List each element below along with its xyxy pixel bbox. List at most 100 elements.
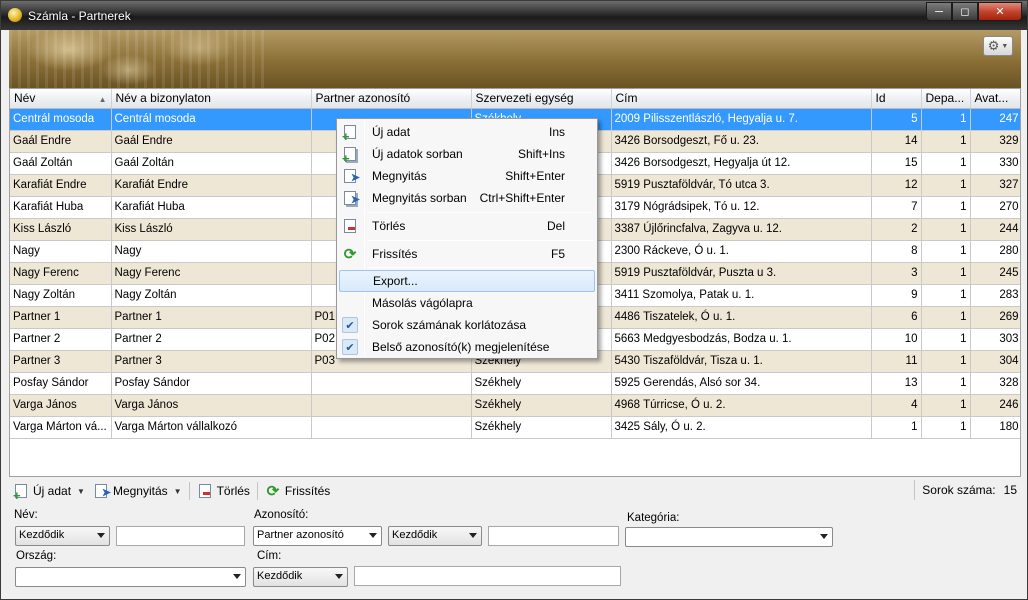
chevron-down-icon[interactable]: ▼ <box>174 487 182 496</box>
cell-partner-id <box>311 416 472 439</box>
app-icon <box>8 8 22 22</box>
cell-doc-name: Nagy Zoltán <box>111 284 312 307</box>
cell-id: 2 <box>871 218 922 241</box>
cell-address: 3411 Szomolya, Patak u. 1. <box>611 284 872 307</box>
menu-item-delete[interactable]: Törlés Del <box>339 215 595 237</box>
cell-doc-name: Varga Márton vállalkozó <box>111 416 312 439</box>
cell-doc-name: Partner 1 <box>111 306 312 329</box>
sort-ascending-icon: ▲ <box>98 95 107 105</box>
new-button[interactable]: + Új adat ▼ <box>9 480 89 502</box>
cell-avatar: 330 <box>970 152 1020 175</box>
id-match-mode-select[interactable]: Kezdődik <box>388 526 482 546</box>
menu-item-open-series[interactable]: ➤ Megnyitás sorban Ctrl+Shift+Enter <box>339 187 595 209</box>
cell-name: Karafiát Endre <box>10 174 112 197</box>
menu-item-refresh[interactable]: ⟳ Frissítés F5 <box>339 243 595 265</box>
maximize-button[interactable]: ◻ <box>952 2 978 21</box>
column-header-department[interactable]: Depa... <box>921 89 971 109</box>
chevron-down-icon[interactable]: ▼ <box>77 487 85 496</box>
menu-item-new[interactable]: + Új adat Ins <box>339 121 595 143</box>
close-button[interactable]: ✕ <box>978 2 1022 21</box>
cell-id: 5 <box>871 108 922 131</box>
cell-department: 1 <box>921 306 971 329</box>
country-select[interactable] <box>15 567 246 587</box>
checkmark-icon: ✔ <box>342 339 358 355</box>
cell-doc-name: Nagy Ferenc <box>111 262 312 285</box>
refresh-button[interactable]: ⟳ Frissítés <box>261 480 334 502</box>
cell-avatar: 303 <box>970 328 1020 351</box>
table-row[interactable]: Posfay Sándor Posfay Sándor Székhely 5925 G… <box>10 372 1020 395</box>
delete-icon <box>197 483 213 499</box>
cell-doc-name: Karafiát Endre <box>111 174 312 197</box>
cell-name: Varga János <box>10 394 112 417</box>
cell-doc-name: Partner 3 <box>111 350 312 373</box>
cell-department: 1 <box>921 262 971 285</box>
cell-id: 8 <box>871 240 922 263</box>
chevron-down-icon <box>820 534 828 539</box>
settings-button[interactable]: ⚙ ▼ <box>983 36 1013 56</box>
chevron-down-icon <box>233 574 241 579</box>
column-header-name[interactable]: Név ▲ <box>10 89 112 109</box>
category-filter-label: Kategória: <box>627 512 680 524</box>
cell-partner-id <box>311 394 472 417</box>
cell-id: 7 <box>871 196 922 219</box>
cell-doc-name: Centrál mosoda <box>111 108 312 131</box>
menu-item-export[interactable]: Export... <box>339 270 595 292</box>
id-filter-input[interactable] <box>488 526 619 546</box>
menu-item-copy-clipboard[interactable]: Másolás vágólapra <box>339 292 595 314</box>
column-header-avatar[interactable]: Avat... <box>970 89 1020 109</box>
cell-org-unit: Székhely <box>471 394 612 417</box>
cell-address: 3179 Nógrádsipek, Tó u. 12. <box>611 196 872 219</box>
address-filter-input[interactable] <box>354 566 621 586</box>
column-header-id[interactable]: Id <box>871 89 922 109</box>
cell-doc-name: Nagy <box>111 240 312 263</box>
cell-address: 2009 Pilisszentlászló, Hegyalja u. 7. <box>611 108 872 131</box>
name-filter-input[interactable] <box>116 526 245 546</box>
cell-avatar: 245 <box>970 262 1020 285</box>
delete-button[interactable]: Törlés <box>193 480 254 502</box>
menu-item-limit-rows[interactable]: ✔ Sorok számának korlátozása <box>339 314 595 336</box>
chevron-down-icon: ▼ <box>1001 42 1009 50</box>
name-match-mode-select[interactable]: Kezdődik <box>15 526 110 546</box>
cell-id: 13 <box>871 372 922 395</box>
cell-address: 5919 Pusztaföldvár, Tó utca 3. <box>611 174 872 197</box>
menu-item-new-series[interactable]: + Új adatok sorban Shift+Ins <box>339 143 595 165</box>
title-bar[interactable]: Számla - Partnerek ─ ◻ ✕ <box>1 1 1027 30</box>
cell-avatar: 246 <box>970 394 1020 417</box>
cell-address: 5919 Pusztaföldvár, Puszta u 3. <box>611 262 872 285</box>
open-records-icon: ➤ <box>342 190 360 206</box>
menu-item-show-internal-id[interactable]: ✔ Belső azonosító(k) megjelenítése <box>339 336 595 358</box>
cell-department: 1 <box>921 174 971 197</box>
cell-avatar: 270 <box>970 196 1020 219</box>
open-button[interactable]: ➤ Megnyitás ▼ <box>89 480 186 502</box>
cell-department: 1 <box>921 152 971 175</box>
chevron-down-icon <box>369 533 377 538</box>
gear-icon: ⚙ <box>987 38 1000 53</box>
app-window: Számla - Partnerek ─ ◻ ✕ ⚙ ▼ Név ▲ Név a b… <box>0 0 1028 600</box>
cell-avatar: 283 <box>970 284 1020 307</box>
row-count: Sorok száma: 15 <box>914 480 1017 500</box>
column-header-doc-name[interactable]: Név a bizonylaton <box>111 89 312 109</box>
new-record-icon: + <box>342 124 358 143</box>
refresh-icon: ⟳ <box>343 245 357 263</box>
address-match-mode-select[interactable]: Kezdődik <box>253 567 348 587</box>
column-header-address[interactable]: Cím <box>611 89 872 109</box>
cell-doc-name: Partner 2 <box>111 328 312 351</box>
cell-id: 6 <box>871 306 922 329</box>
grid-header-row: Név ▲ Név a bizonylaton Partner azonosító… <box>10 89 1020 109</box>
column-header-partner-id[interactable]: Partner azonosító <box>311 89 472 109</box>
table-row[interactable]: Varga Márton vá... Varga Márton vállalkoz… <box>10 416 1020 439</box>
minimize-button[interactable]: ─ <box>926 2 952 21</box>
cell-id: 3 <box>871 262 922 285</box>
delete-icon <box>342 218 358 234</box>
cell-avatar: 269 <box>970 306 1020 329</box>
category-select[interactable] <box>625 527 833 547</box>
cell-name: Gaál Zoltán <box>10 152 112 175</box>
cell-avatar: 244 <box>970 218 1020 241</box>
cell-id: 9 <box>871 284 922 307</box>
table-row[interactable]: Varga János Varga János Székhely 4968 Túrri… <box>10 394 1020 417</box>
id-field-select[interactable]: Partner azonosító <box>253 526 382 546</box>
column-header-org-unit[interactable]: Szervezeti egység <box>471 89 612 109</box>
menu-item-open[interactable]: ➤ Megnyitás Shift+Enter <box>339 165 595 187</box>
cell-org-unit: Székhely <box>471 372 612 395</box>
cell-doc-name: Gaál Endre <box>111 130 312 153</box>
